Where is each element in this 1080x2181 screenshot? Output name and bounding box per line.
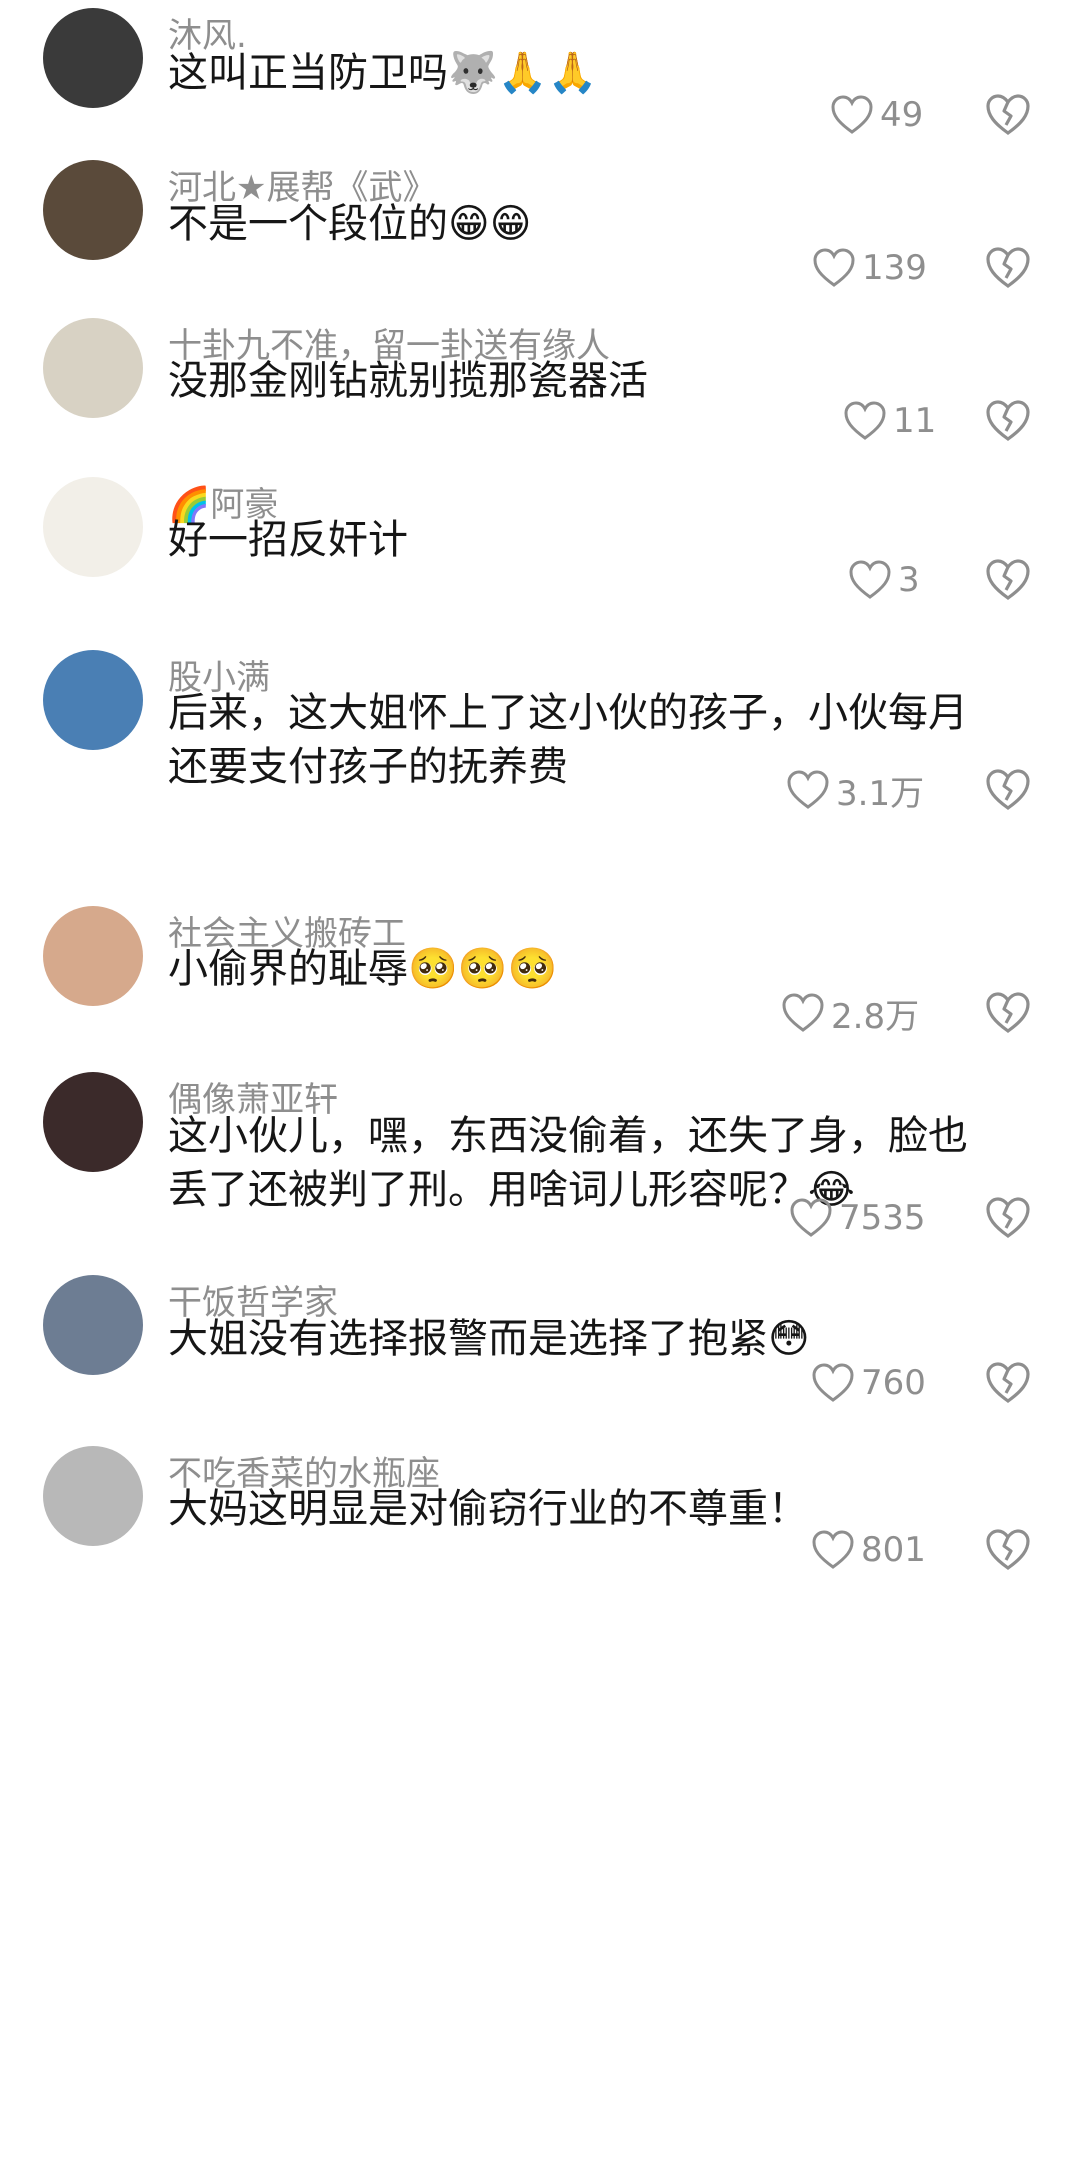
avatar[interactable] xyxy=(43,477,143,577)
avatar[interactable] xyxy=(43,1275,143,1375)
dislike-button[interactable] xyxy=(985,93,1031,137)
like-button[interactable]: 139 xyxy=(812,243,927,293)
dislike-button[interactable] xyxy=(985,1528,1031,1572)
avatar[interactable] xyxy=(43,650,143,750)
comment-body: 大姐没有选择报警而是选择了抱紧 xyxy=(168,1316,768,1362)
like-count: 139 xyxy=(862,248,927,288)
like-button[interactable]: 49 xyxy=(830,90,923,140)
comment-body: 不是一个段位的 xyxy=(168,201,448,247)
comment-emojis: 😳 xyxy=(768,1316,810,1362)
broken-heart-icon xyxy=(986,1529,1030,1570)
heart-outline-icon xyxy=(849,560,891,599)
broken-heart-icon xyxy=(986,992,1030,1033)
heart-outline-icon xyxy=(812,1530,854,1569)
like-button[interactable]: 801 xyxy=(811,1525,926,1575)
broken-heart-icon xyxy=(986,559,1030,600)
like-button[interactable]: 3 xyxy=(848,555,920,605)
like-button[interactable]: 7535 xyxy=(789,1193,926,1243)
like-button[interactable]: 760 xyxy=(811,1358,926,1408)
comment-body: 小偷界的耻辱 xyxy=(168,946,408,992)
like-count: 2.8万 xyxy=(831,996,920,1037)
avatar[interactable] xyxy=(43,160,143,260)
avatar[interactable] xyxy=(43,906,143,1006)
comment-body: 大妈这明显是对偷窃行业的不尊重！ xyxy=(168,1486,808,1532)
like-button[interactable]: 3.1万 xyxy=(786,765,924,815)
like-count: 49 xyxy=(880,95,924,135)
comment-emojis: 🥺🥺🥺 xyxy=(408,946,558,992)
broken-heart-icon xyxy=(986,247,1030,288)
like-count: 801 xyxy=(861,1530,926,1570)
dislike-button[interactable] xyxy=(985,558,1031,602)
broken-heart-icon xyxy=(986,1197,1030,1238)
heart-outline-icon xyxy=(813,248,855,287)
dislike-button[interactable] xyxy=(985,1361,1031,1405)
heart-outline-icon xyxy=(831,95,873,134)
like-button[interactable]: 11 xyxy=(843,396,936,446)
avatar[interactable] xyxy=(43,1446,143,1546)
broken-heart-icon xyxy=(986,769,1030,810)
like-count: 11 xyxy=(893,401,937,441)
comment-body: 这叫正当防卫吗 xyxy=(168,50,448,96)
heart-outline-icon xyxy=(790,1198,832,1237)
comment-emojis: 🐺🙏🙏 xyxy=(448,50,598,96)
comment-body: 没那金刚钻就别揽那瓷器活 xyxy=(168,358,648,404)
dislike-button[interactable] xyxy=(985,399,1031,443)
comment-emojis: 😁😁 xyxy=(448,201,532,247)
broken-heart-icon xyxy=(986,400,1030,441)
heart-outline-icon xyxy=(812,1363,854,1402)
like-count: 3.1万 xyxy=(836,773,925,814)
like-button[interactable]: 2.8万 xyxy=(781,988,919,1038)
avatar[interactable] xyxy=(43,8,143,108)
broken-heart-icon xyxy=(986,1362,1030,1403)
dislike-button[interactable] xyxy=(985,246,1031,290)
broken-heart-icon xyxy=(986,94,1030,135)
heart-outline-icon xyxy=(787,770,829,809)
dislike-button[interactable] xyxy=(985,991,1031,1035)
heart-outline-icon xyxy=(844,401,886,440)
like-count: 3 xyxy=(898,560,920,600)
avatar[interactable] xyxy=(43,1072,143,1172)
dislike-button[interactable] xyxy=(985,768,1031,812)
avatar[interactable] xyxy=(43,318,143,418)
like-count: 7535 xyxy=(839,1198,926,1238)
heart-outline-icon xyxy=(782,993,824,1032)
like-count: 760 xyxy=(861,1363,926,1403)
comment-body: 好一招反奸计 xyxy=(168,517,408,563)
dislike-button[interactable] xyxy=(985,1196,1031,1240)
